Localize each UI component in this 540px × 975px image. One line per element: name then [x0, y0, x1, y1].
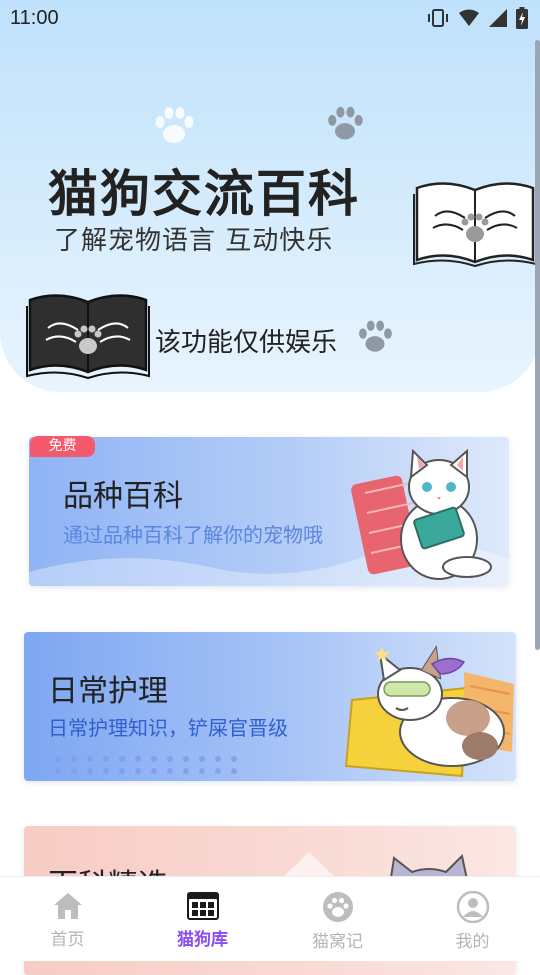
page-subtitle: 了解宠物语言 互动快乐	[54, 226, 334, 256]
tab-cat-nest[interactable]: 猫窝记	[270, 877, 405, 961]
calendar-icon	[186, 892, 219, 920]
card-title: 品种百科	[63, 479, 183, 514]
status-icons	[426, 7, 528, 29]
sleeping-cat-illustration	[344, 645, 514, 778]
bottom-tab-bar: 首页 猫狗库 猫窝记 我的	[0, 876, 540, 961]
wifi-icon	[459, 9, 479, 26]
hero-banner: 猫狗交流百科 了解宠物语言 互动快乐 该功能仅供娱乐	[0, 0, 540, 392]
dots-decoration	[55, 756, 237, 774]
tab-profile[interactable]: 我的	[405, 877, 540, 961]
paw-icon	[328, 106, 363, 140]
breed-encyclopedia-card[interactable]: 品种百科 通过品种百科了解你的宠物哦	[29, 437, 509, 586]
status-bar: 11:00	[0, 0, 540, 36]
tab-pet-library[interactable]: 猫狗库	[135, 877, 270, 961]
card-description: 通过品种百科了解你的宠物哦	[63, 523, 323, 547]
book-icon	[413, 182, 537, 268]
battery-icon	[516, 7, 528, 29]
cat-reading-illustration	[351, 448, 492, 580]
book-icon	[26, 294, 150, 380]
daily-care-card[interactable]: 日常护理 日常护理知识，铲屎官晋级	[24, 632, 516, 781]
card-title: 日常护理	[48, 674, 168, 709]
page-title: 猫狗交流百科	[48, 165, 360, 223]
tab-label: 猫窝记	[312, 932, 363, 952]
paw-icon	[359, 320, 392, 352]
user-icon	[456, 891, 489, 923]
vibrate-icon	[428, 9, 448, 27]
home-icon	[53, 893, 82, 919]
tab-label: 首页	[50, 930, 85, 950]
paw-icon	[322, 892, 353, 922]
card-description: 日常护理知识，铲屎官晋级	[48, 716, 288, 740]
paw-icon	[155, 107, 194, 143]
scrollbar[interactable]	[535, 40, 540, 650]
status-time: 11:00	[10, 6, 59, 29]
triangle-decoration	[282, 852, 336, 878]
signal-icon	[489, 9, 507, 27]
tab-home[interactable]: 首页	[0, 877, 135, 961]
disclaimer-text: 该功能仅供娱乐	[155, 328, 338, 358]
tab-label: 猫狗库	[177, 930, 228, 950]
free-badge: 免费	[30, 436, 95, 457]
tab-label: 我的	[455, 932, 490, 952]
